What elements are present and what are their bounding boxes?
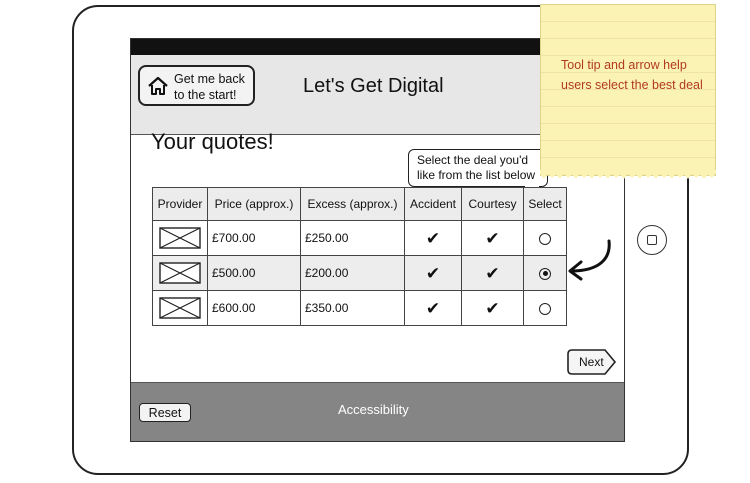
quotes-table: Provider Price (approx.) Excess (approx.… — [152, 187, 567, 326]
image-placeholder-icon — [159, 297, 201, 319]
table-header-row: Provider Price (approx.) Excess (approx.… — [152, 187, 567, 221]
app-footer: Reset Accessibility — [131, 382, 624, 441]
checkmark-icon: ✔ — [485, 263, 500, 283]
annotation-sticky-note: Tool tip and arrow help users select the… — [540, 4, 716, 176]
price-cell: £500.00 — [207, 255, 301, 291]
select-radio[interactable] — [539, 232, 551, 245]
select-cell — [523, 255, 567, 291]
price-cell: £600.00 — [207, 290, 301, 326]
annotation-text: Tool tip and arrow help users select the… — [561, 58, 703, 92]
accident-cell: ✔ — [404, 290, 462, 326]
reset-button[interactable]: Reset — [139, 403, 191, 422]
home-icon — [148, 76, 168, 95]
checkmark-icon: ✔ — [425, 298, 441, 318]
provider-logo — [152, 290, 208, 326]
excess-cell: £250.00 — [300, 220, 405, 256]
checkmark-icon: ✔ — [425, 263, 441, 283]
image-placeholder-icon — [159, 227, 201, 249]
table-row[interactable]: £500.00 £200.00 ✔ ✔ — [152, 255, 567, 291]
checkmark-icon: ✔ — [485, 228, 500, 248]
excess-cell: £200.00 — [300, 255, 405, 291]
provider-logo — [152, 255, 208, 291]
tablet-home-button[interactable] — [637, 225, 667, 255]
provider-logo — [152, 220, 208, 256]
image-placeholder-icon — [159, 262, 201, 284]
column-header-accident: Accident — [404, 187, 462, 221]
courtesy-cell: ✔ — [461, 220, 524, 256]
next-button-label: Next — [579, 355, 604, 369]
accident-cell: ✔ — [404, 255, 462, 291]
price-cell: £700.00 — [207, 220, 301, 256]
column-header-courtesy: Courtesy — [461, 187, 524, 221]
select-tooltip: Select the deal you'd like from the list… — [408, 149, 548, 187]
back-button-label: Get me back to the start! — [174, 72, 245, 102]
column-header-price: Price (approx.) — [207, 187, 301, 221]
table-row[interactable]: £600.00 £350.00 ✔ ✔ — [152, 290, 567, 326]
select-radio[interactable] — [539, 267, 551, 280]
curved-arrow-icon — [568, 239, 611, 281]
sticky-note-torn-edge — [540, 170, 716, 179]
back-to-start-button[interactable]: Get me back to the start! — [138, 65, 255, 106]
column-header-provider: Provider — [152, 187, 208, 221]
column-header-excess: Excess (approx.) — [300, 187, 405, 221]
accident-cell: ✔ — [404, 220, 462, 256]
checkmark-icon: ✔ — [425, 228, 441, 248]
accessibility-link[interactable]: Accessibility — [338, 402, 409, 417]
select-radio[interactable] — [539, 302, 551, 315]
column-header-select: Select — [523, 187, 567, 221]
courtesy-cell: ✔ — [461, 290, 524, 326]
page-title: Your quotes! — [151, 129, 274, 154]
table-row[interactable]: £700.00 £250.00 ✔ ✔ — [152, 220, 567, 256]
select-cell — [523, 220, 567, 256]
excess-cell: £350.00 — [300, 290, 405, 326]
select-cell — [523, 290, 567, 326]
courtesy-cell: ✔ — [461, 255, 524, 291]
checkmark-icon: ✔ — [485, 298, 500, 318]
app-title: Let's Get Digital — [303, 75, 444, 97]
